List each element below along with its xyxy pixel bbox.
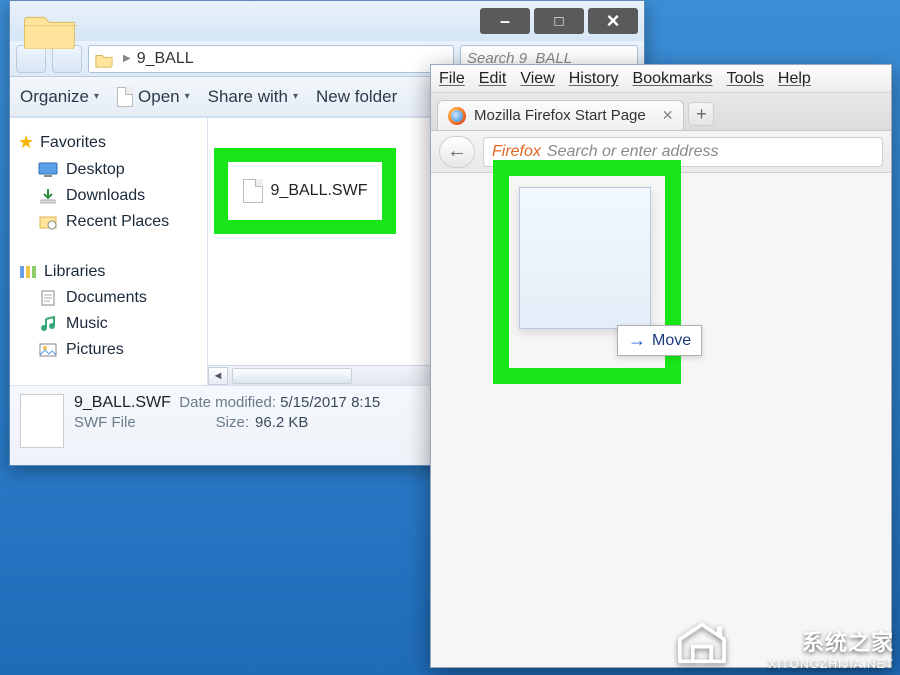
menu-bookmarks[interactable]: Bookmarks — [633, 70, 713, 88]
caret-down-icon: ▾ — [94, 91, 99, 102]
desktop-icon — [38, 161, 58, 179]
folder-icon — [95, 51, 113, 67]
file-icon — [243, 179, 263, 203]
sidebar-item-music[interactable]: Music — [16, 311, 201, 337]
music-icon — [38, 315, 58, 333]
file-name-label: 9_BALL.SWF — [271, 182, 368, 200]
documents-icon — [38, 289, 58, 307]
minimize-button[interactable] — [480, 8, 530, 34]
sidebar-item-documents[interactable]: Documents — [16, 285, 201, 311]
url-placeholder: Search or enter address — [547, 143, 719, 161]
highlight-source: 9_BALL.SWF — [214, 148, 396, 234]
details-type: SWF File — [74, 414, 136, 431]
downloads-icon — [38, 187, 58, 205]
firefox-window: File Edit View History Bookmarks Tools H… — [430, 64, 892, 668]
libraries-icon — [18, 263, 38, 281]
modified-label: Date modified: — [179, 394, 276, 411]
menu-file[interactable]: File — [439, 70, 465, 88]
open-menu[interactable]: Open▾ — [117, 87, 190, 107]
new-tab-button[interactable]: + — [688, 102, 714, 126]
firefox-menubar: File Edit View History Bookmarks Tools H… — [431, 65, 891, 93]
arrow-right-icon: → — [628, 330, 646, 351]
sidebar-item-desktop[interactable]: Desktop — [16, 157, 201, 183]
tab-title: Mozilla Firefox Start Page — [474, 107, 646, 124]
menu-help[interactable]: Help — [778, 70, 811, 88]
new-folder-button[interactable]: New folder — [316, 87, 397, 107]
chevron-right-icon: ▶ — [123, 53, 131, 64]
file-icon — [117, 87, 133, 107]
move-label: Move — [652, 332, 691, 350]
file-item[interactable]: 9_BALL.SWF — [243, 179, 368, 203]
pictures-icon — [38, 341, 58, 359]
watermark-logo — [674, 619, 730, 665]
scroll-left-button[interactable]: ◄ — [208, 367, 228, 385]
folder-icon — [24, 9, 78, 49]
share-with-menu[interactable]: Share with▾ — [208, 87, 298, 107]
firefox-content: → Move — [431, 173, 891, 667]
tab-close-icon[interactable]: ✕ — [662, 107, 674, 124]
move-tooltip: → Move — [617, 325, 702, 356]
drag-preview — [519, 187, 651, 329]
maximize-button[interactable] — [534, 8, 584, 34]
caret-down-icon: ▾ — [185, 91, 190, 102]
organize-menu[interactable]: Organize▾ — [20, 87, 99, 107]
modified-value: 5/15/2017 8:15 — [280, 394, 380, 411]
menu-view[interactable]: View — [520, 70, 554, 88]
url-brand: Firefox — [492, 143, 541, 161]
watermark-url: XITONGZHIJIA.NET — [768, 657, 894, 671]
back-button[interactable]: ← — [439, 136, 475, 168]
close-button[interactable] — [588, 8, 638, 34]
firefox-icon — [448, 107, 466, 125]
menu-history[interactable]: History — [569, 70, 619, 88]
recent-places-icon — [38, 213, 58, 231]
sidebar-item-downloads[interactable]: Downloads — [16, 183, 201, 209]
sidebar-item-recent-places[interactable]: Recent Places — [16, 209, 201, 235]
file-icon — [20, 394, 64, 448]
sidebar-item-pictures[interactable]: Pictures — [16, 337, 201, 363]
firefox-tabstrip: Mozilla Firefox Start Page ✕ + — [431, 93, 891, 131]
explorer-sidebar: ★ Favorites Desktop Downloads Recent Pla… — [10, 118, 208, 385]
watermark: 系统之家 XITONGZHIJIA.NET — [768, 625, 894, 671]
menu-tools[interactable]: Tools — [727, 70, 764, 88]
address-path: 9_BALL — [137, 50, 194, 68]
details-meta: 9_BALL.SWF Date modified: 5/15/2017 8:15… — [74, 394, 380, 457]
watermark-text-cn: 系统之家 — [768, 625, 894, 657]
size-value: 96.2 KB — [255, 414, 308, 431]
size-label: Size: — [216, 414, 249, 431]
star-icon: ★ — [18, 132, 34, 153]
browser-tab[interactable]: Mozilla Firefox Start Page ✕ — [437, 100, 684, 130]
menu-edit[interactable]: Edit — [479, 70, 507, 88]
details-filename: 9_BALL.SWF — [74, 394, 171, 411]
explorer-titlebar — [10, 1, 644, 41]
favorites-group[interactable]: ★ Favorites — [18, 132, 201, 153]
address-field[interactable]: ▶ 9_BALL — [88, 45, 454, 73]
libraries-group[interactable]: Libraries — [18, 263, 201, 281]
caret-down-icon: ▾ — [293, 91, 298, 102]
scroll-thumb[interactable] — [232, 368, 352, 384]
